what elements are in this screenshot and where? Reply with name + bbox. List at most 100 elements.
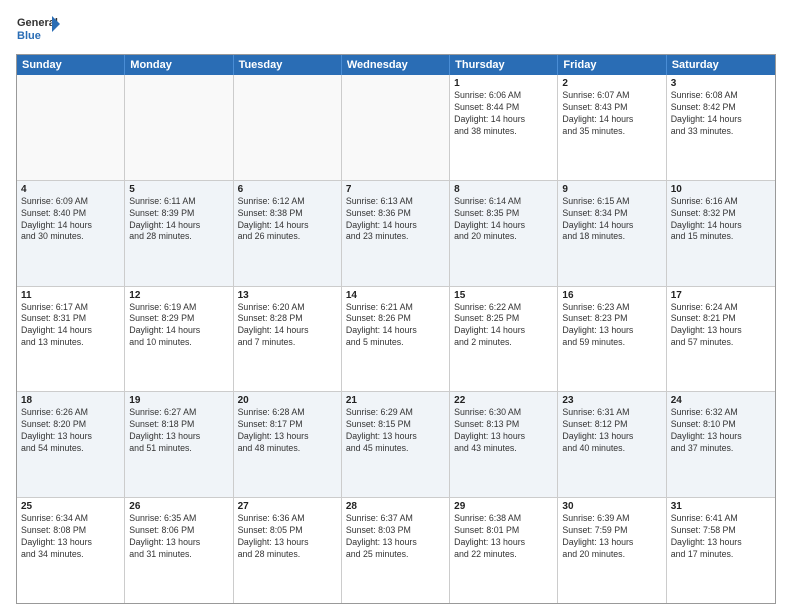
day-cell-6: 6Sunrise: 6:12 AM Sunset: 8:38 PM Daylig… bbox=[234, 181, 342, 286]
week-row-3: 11Sunrise: 6:17 AM Sunset: 8:31 PM Dayli… bbox=[17, 287, 775, 393]
logo-svg: General Blue bbox=[16, 12, 60, 48]
day-cell-15: 15Sunrise: 6:22 AM Sunset: 8:25 PM Dayli… bbox=[450, 287, 558, 392]
day-number: 2 bbox=[562, 78, 661, 89]
day-details: Sunrise: 6:14 AM Sunset: 8:35 PM Dayligh… bbox=[454, 196, 553, 244]
day-cell-26: 26Sunrise: 6:35 AM Sunset: 8:06 PM Dayli… bbox=[125, 498, 233, 603]
week-row-4: 18Sunrise: 6:26 AM Sunset: 8:20 PM Dayli… bbox=[17, 392, 775, 498]
day-details: Sunrise: 6:06 AM Sunset: 8:44 PM Dayligh… bbox=[454, 90, 553, 138]
day-number: 3 bbox=[671, 78, 771, 89]
day-cell-22: 22Sunrise: 6:30 AM Sunset: 8:13 PM Dayli… bbox=[450, 392, 558, 497]
day-details: Sunrise: 6:12 AM Sunset: 8:38 PM Dayligh… bbox=[238, 196, 337, 244]
day-details: Sunrise: 6:17 AM Sunset: 8:31 PM Dayligh… bbox=[21, 302, 120, 350]
day-details: Sunrise: 6:29 AM Sunset: 8:15 PM Dayligh… bbox=[346, 407, 445, 455]
day-number: 23 bbox=[562, 395, 661, 406]
day-cell-4: 4Sunrise: 6:09 AM Sunset: 8:40 PM Daylig… bbox=[17, 181, 125, 286]
day-cell-10: 10Sunrise: 6:16 AM Sunset: 8:32 PM Dayli… bbox=[667, 181, 775, 286]
day-number: 19 bbox=[129, 395, 228, 406]
day-cell-18: 18Sunrise: 6:26 AM Sunset: 8:20 PM Dayli… bbox=[17, 392, 125, 497]
header: General Blue bbox=[16, 12, 776, 48]
calendar-body: 1Sunrise: 6:06 AM Sunset: 8:44 PM Daylig… bbox=[17, 75, 775, 603]
day-number: 22 bbox=[454, 395, 553, 406]
day-details: Sunrise: 6:36 AM Sunset: 8:05 PM Dayligh… bbox=[238, 513, 337, 561]
day-number: 24 bbox=[671, 395, 771, 406]
day-cell-28: 28Sunrise: 6:37 AM Sunset: 8:03 PM Dayli… bbox=[342, 498, 450, 603]
day-details: Sunrise: 6:23 AM Sunset: 8:23 PM Dayligh… bbox=[562, 302, 661, 350]
day-cell-5: 5Sunrise: 6:11 AM Sunset: 8:39 PM Daylig… bbox=[125, 181, 233, 286]
day-number: 29 bbox=[454, 501, 553, 512]
day-details: Sunrise: 6:13 AM Sunset: 8:36 PM Dayligh… bbox=[346, 196, 445, 244]
day-number: 8 bbox=[454, 184, 553, 195]
day-cell-30: 30Sunrise: 6:39 AM Sunset: 7:59 PM Dayli… bbox=[558, 498, 666, 603]
day-details: Sunrise: 6:32 AM Sunset: 8:10 PM Dayligh… bbox=[671, 407, 771, 455]
day-number: 1 bbox=[454, 78, 553, 89]
day-number: 28 bbox=[346, 501, 445, 512]
day-details: Sunrise: 6:37 AM Sunset: 8:03 PM Dayligh… bbox=[346, 513, 445, 561]
day-details: Sunrise: 6:16 AM Sunset: 8:32 PM Dayligh… bbox=[671, 196, 771, 244]
day-cell-3: 3Sunrise: 6:08 AM Sunset: 8:42 PM Daylig… bbox=[667, 75, 775, 180]
day-cell-8: 8Sunrise: 6:14 AM Sunset: 8:35 PM Daylig… bbox=[450, 181, 558, 286]
day-details: Sunrise: 6:39 AM Sunset: 7:59 PM Dayligh… bbox=[562, 513, 661, 561]
day-details: Sunrise: 6:28 AM Sunset: 8:17 PM Dayligh… bbox=[238, 407, 337, 455]
day-number: 4 bbox=[21, 184, 120, 195]
logo: General Blue bbox=[16, 12, 60, 48]
day-cell-14: 14Sunrise: 6:21 AM Sunset: 8:26 PM Dayli… bbox=[342, 287, 450, 392]
day-number: 10 bbox=[671, 184, 771, 195]
svg-text:Blue: Blue bbox=[17, 30, 41, 42]
empty-cell bbox=[17, 75, 125, 180]
calendar: SundayMondayTuesdayWednesdayThursdayFrid… bbox=[16, 54, 776, 604]
day-details: Sunrise: 6:11 AM Sunset: 8:39 PM Dayligh… bbox=[129, 196, 228, 244]
day-cell-9: 9Sunrise: 6:15 AM Sunset: 8:34 PM Daylig… bbox=[558, 181, 666, 286]
day-header-wednesday: Wednesday bbox=[342, 55, 450, 75]
day-details: Sunrise: 6:19 AM Sunset: 8:29 PM Dayligh… bbox=[129, 302, 228, 350]
day-number: 18 bbox=[21, 395, 120, 406]
day-cell-11: 11Sunrise: 6:17 AM Sunset: 8:31 PM Dayli… bbox=[17, 287, 125, 392]
day-details: Sunrise: 6:08 AM Sunset: 8:42 PM Dayligh… bbox=[671, 90, 771, 138]
day-number: 6 bbox=[238, 184, 337, 195]
day-number: 31 bbox=[671, 501, 771, 512]
day-cell-7: 7Sunrise: 6:13 AM Sunset: 8:36 PM Daylig… bbox=[342, 181, 450, 286]
day-cell-25: 25Sunrise: 6:34 AM Sunset: 8:08 PM Dayli… bbox=[17, 498, 125, 603]
day-cell-24: 24Sunrise: 6:32 AM Sunset: 8:10 PM Dayli… bbox=[667, 392, 775, 497]
day-cell-12: 12Sunrise: 6:19 AM Sunset: 8:29 PM Dayli… bbox=[125, 287, 233, 392]
day-number: 25 bbox=[21, 501, 120, 512]
empty-cell bbox=[342, 75, 450, 180]
day-cell-29: 29Sunrise: 6:38 AM Sunset: 8:01 PM Dayli… bbox=[450, 498, 558, 603]
day-details: Sunrise: 6:34 AM Sunset: 8:08 PM Dayligh… bbox=[21, 513, 120, 561]
day-details: Sunrise: 6:26 AM Sunset: 8:20 PM Dayligh… bbox=[21, 407, 120, 455]
day-number: 27 bbox=[238, 501, 337, 512]
calendar-header: SundayMondayTuesdayWednesdayThursdayFrid… bbox=[17, 55, 775, 75]
day-details: Sunrise: 6:41 AM Sunset: 7:58 PM Dayligh… bbox=[671, 513, 771, 561]
day-cell-2: 2Sunrise: 6:07 AM Sunset: 8:43 PM Daylig… bbox=[558, 75, 666, 180]
day-details: Sunrise: 6:15 AM Sunset: 8:34 PM Dayligh… bbox=[562, 196, 661, 244]
day-header-tuesday: Tuesday bbox=[234, 55, 342, 75]
day-cell-31: 31Sunrise: 6:41 AM Sunset: 7:58 PM Dayli… bbox=[667, 498, 775, 603]
day-header-monday: Monday bbox=[125, 55, 233, 75]
day-number: 14 bbox=[346, 290, 445, 301]
day-number: 17 bbox=[671, 290, 771, 301]
week-row-5: 25Sunrise: 6:34 AM Sunset: 8:08 PM Dayli… bbox=[17, 498, 775, 603]
day-cell-20: 20Sunrise: 6:28 AM Sunset: 8:17 PM Dayli… bbox=[234, 392, 342, 497]
day-header-sunday: Sunday bbox=[17, 55, 125, 75]
empty-cell bbox=[125, 75, 233, 180]
day-details: Sunrise: 6:31 AM Sunset: 8:12 PM Dayligh… bbox=[562, 407, 661, 455]
day-number: 7 bbox=[346, 184, 445, 195]
day-number: 9 bbox=[562, 184, 661, 195]
day-number: 12 bbox=[129, 290, 228, 301]
page: General Blue SundayMondayTuesdayWednesda… bbox=[0, 0, 792, 612]
day-details: Sunrise: 6:38 AM Sunset: 8:01 PM Dayligh… bbox=[454, 513, 553, 561]
day-cell-21: 21Sunrise: 6:29 AM Sunset: 8:15 PM Dayli… bbox=[342, 392, 450, 497]
day-details: Sunrise: 6:24 AM Sunset: 8:21 PM Dayligh… bbox=[671, 302, 771, 350]
day-details: Sunrise: 6:27 AM Sunset: 8:18 PM Dayligh… bbox=[129, 407, 228, 455]
day-number: 5 bbox=[129, 184, 228, 195]
day-header-saturday: Saturday bbox=[667, 55, 775, 75]
day-details: Sunrise: 6:30 AM Sunset: 8:13 PM Dayligh… bbox=[454, 407, 553, 455]
day-cell-17: 17Sunrise: 6:24 AM Sunset: 8:21 PM Dayli… bbox=[667, 287, 775, 392]
day-details: Sunrise: 6:20 AM Sunset: 8:28 PM Dayligh… bbox=[238, 302, 337, 350]
day-details: Sunrise: 6:35 AM Sunset: 8:06 PM Dayligh… bbox=[129, 513, 228, 561]
day-number: 21 bbox=[346, 395, 445, 406]
day-number: 15 bbox=[454, 290, 553, 301]
day-number: 30 bbox=[562, 501, 661, 512]
day-number: 13 bbox=[238, 290, 337, 301]
day-number: 20 bbox=[238, 395, 337, 406]
day-details: Sunrise: 6:07 AM Sunset: 8:43 PM Dayligh… bbox=[562, 90, 661, 138]
